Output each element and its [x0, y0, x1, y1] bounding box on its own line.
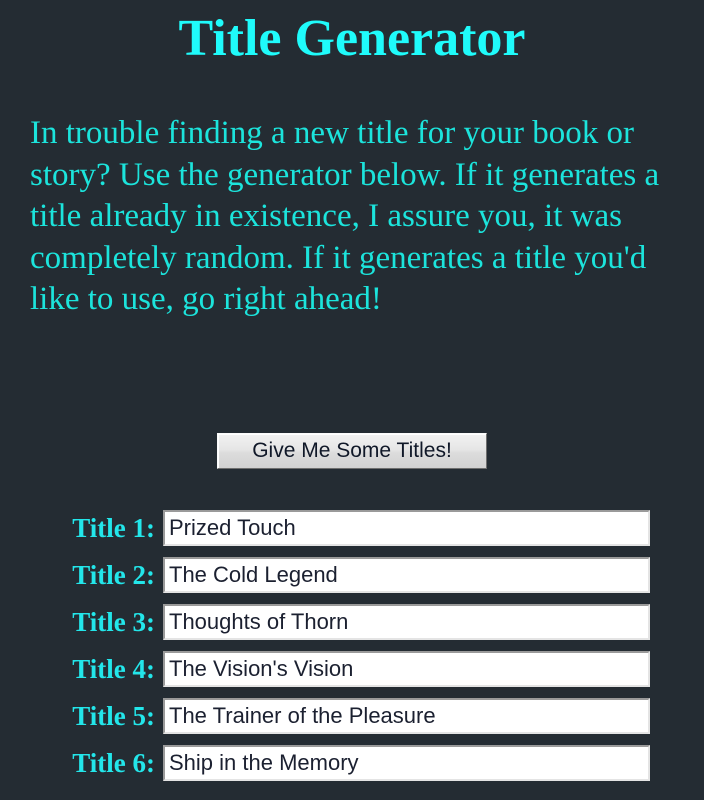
title-label-2: Title 2:	[72, 560, 155, 590]
titles-list: Title 1: Title 2: Title 3: Title 4: Titl…	[0, 510, 704, 792]
title-label-5: Title 5:	[72, 701, 155, 731]
title-input-6[interactable]	[163, 745, 650, 781]
intro-paragraph: In trouble finding a new title for your …	[30, 115, 660, 317]
title-row: Title 5:	[0, 698, 704, 745]
title-label-4: Title 4:	[72, 654, 155, 684]
title-input-4[interactable]	[163, 651, 650, 687]
title-label-3: Title 3:	[72, 607, 155, 637]
title-input-1[interactable]	[163, 510, 650, 546]
title-row: Title 1:	[0, 510, 704, 557]
title-row: Title 6:	[0, 745, 704, 792]
title-row: Title 3:	[0, 604, 704, 651]
title-label-1: Title 1:	[72, 513, 155, 543]
title-row: Title 2:	[0, 557, 704, 604]
title-input-2[interactable]	[163, 557, 650, 593]
title-row: Title 4:	[0, 651, 704, 698]
page-title: Title Generator	[178, 10, 526, 67]
title-input-5[interactable]	[163, 698, 650, 734]
title-generator-page: Title Generator In trouble finding a new…	[0, 0, 704, 800]
generate-button-row: Give Me Some Titles!	[0, 433, 704, 469]
title-label-6: Title 6:	[72, 748, 155, 778]
generate-titles-button[interactable]: Give Me Some Titles!	[217, 433, 487, 469]
title-input-3[interactable]	[163, 604, 650, 640]
